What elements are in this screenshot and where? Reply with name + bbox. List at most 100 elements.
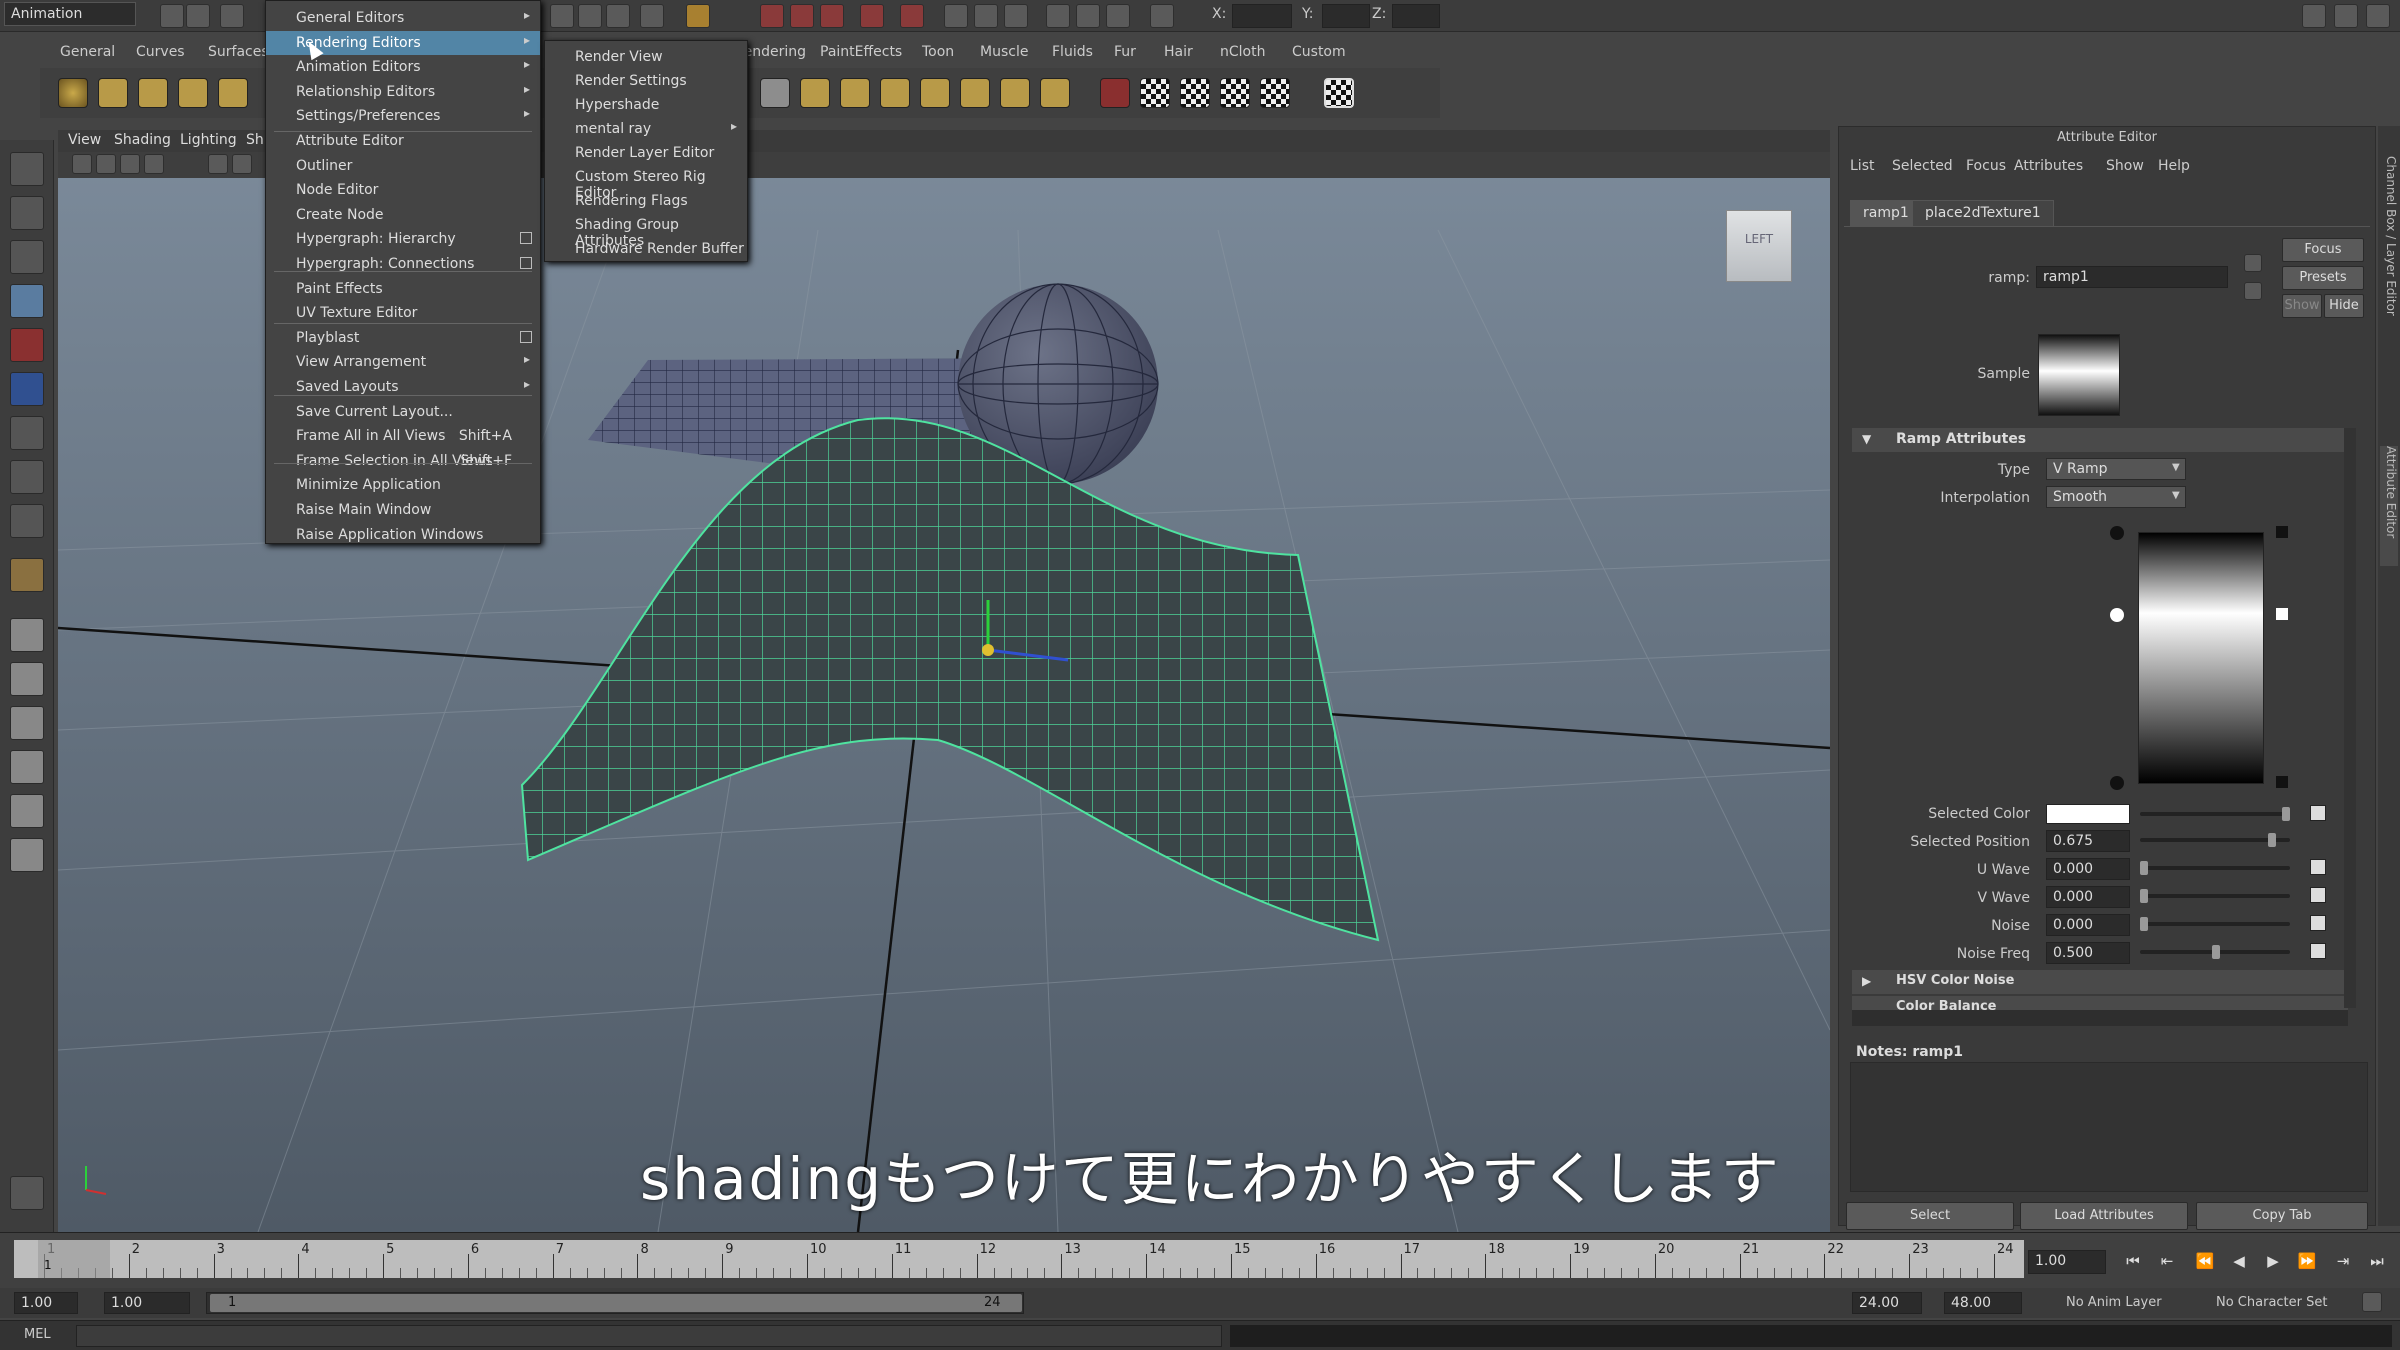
lock-icon[interactable] (686, 4, 710, 28)
y-field[interactable] (1322, 4, 1370, 28)
view-cube[interactable]: LEFT (1726, 210, 1792, 282)
anim-layer-label[interactable]: No Anim Layer (2066, 1295, 2162, 1310)
rendering-menu-item-hardware-render-buffer[interactable]: Hardware Render Buffer (545, 237, 747, 261)
noise-freq-slider[interactable] (2140, 945, 2290, 959)
window-menu-item-attribute-editor[interactable]: Attribute Editor (266, 129, 540, 153)
notes-textarea[interactable] (1850, 1062, 2368, 1192)
layout-single-icon[interactable] (10, 618, 44, 652)
load-attributes-button[interactable]: Load Attributes (2020, 1202, 2188, 1230)
step-forward-frame-icon[interactable]: ⏩ (2294, 1252, 2320, 1278)
ae-tab-ramp1[interactable]: ramp1 (1850, 200, 1922, 226)
render-icon[interactable] (760, 4, 784, 28)
ae-tab-place2dtexture1[interactable]: place2dTexture1 (1912, 200, 2054, 226)
shelf-tab-hair[interactable]: Hair (1164, 44, 1193, 60)
ae-menu-show[interactable]: Show (2106, 158, 2144, 174)
playback-start-field[interactable]: 1.00 (104, 1292, 190, 1314)
editor-toggle-icon[interactable] (10, 1176, 44, 1210)
ramp-attributes-header[interactable]: Ramp Attributes (1852, 428, 2348, 452)
character-set-label[interactable]: No Character Set (2216, 1295, 2327, 1310)
nurbs-cone-icon[interactable] (178, 78, 208, 108)
map-button-icon[interactable] (2310, 805, 2326, 821)
map-button-icon[interactable] (2310, 859, 2326, 875)
image-plane-icon[interactable] (144, 154, 164, 174)
window-menu-item-save-current-layout[interactable]: Save Current Layout... (266, 400, 540, 424)
ramp-delete-top[interactable] (2276, 526, 2288, 538)
ramp-gradient[interactable] (2138, 532, 2264, 784)
mel-label[interactable]: MEL (24, 1327, 51, 1342)
shelf-tab-rendering[interactable]: Rendering (740, 44, 806, 60)
window-menu-item-playblast[interactable]: Playblast (266, 326, 540, 350)
rendering-menu-item-rendering-flags[interactable]: Rendering Flags (545, 189, 747, 213)
scale-tool-icon[interactable] (10, 372, 44, 406)
window-menu-item-animation-editors[interactable]: Animation Editors ▸ (266, 55, 540, 79)
selected-color-slider[interactable] (2140, 807, 2290, 821)
shelf-tab-custom[interactable]: Custom (1292, 44, 1346, 60)
shelf-tab-general[interactable]: General (60, 44, 115, 60)
ae-menu-selected[interactable]: Selected (1892, 158, 1953, 174)
ramp-handle-top[interactable] (2110, 526, 2124, 540)
start-time-field[interactable]: 1.00 (14, 1292, 78, 1314)
ae-menu-help[interactable]: Help (2158, 158, 2190, 174)
camera-icon[interactable] (72, 154, 92, 174)
shelf-tool-1-icon[interactable] (760, 78, 790, 108)
hypershade-icon[interactable] (860, 4, 884, 28)
time-ruler[interactable]: 123456789101112131415161718192021222324 (14, 1240, 2024, 1278)
lasso-tool-icon[interactable] (10, 196, 44, 230)
shelf-tool-8-icon[interactable] (1040, 78, 1070, 108)
hsv-color-noise-header[interactable]: HSV Color Noise (1852, 970, 2348, 994)
viewport-menu-lighting[interactable]: Lighting (180, 132, 237, 148)
x-field[interactable] (1232, 4, 1292, 28)
map-button-icon[interactable] (2310, 915, 2326, 931)
channel-box-side-tab[interactable]: Channel Box / Layer Editor (2380, 156, 2398, 436)
bookmark-icon[interactable] (120, 154, 140, 174)
shelf-tool-5-icon[interactable] (920, 78, 950, 108)
save-scene-icon[interactable] (220, 4, 244, 28)
shelf-tab-fluids[interactable]: Fluids (1052, 44, 1093, 60)
shelf-tab-muscle[interactable]: Muscle (980, 44, 1028, 60)
noise-field[interactable]: 0.000 (2046, 914, 2130, 936)
current-frame-field[interactable]: 1.00 (2028, 1250, 2106, 1274)
presets-button[interactable]: Presets (2282, 266, 2364, 290)
shelf-tab-fur[interactable]: Fur (1114, 44, 1136, 60)
attribute-editor-toggle-icon[interactable] (2302, 4, 2326, 28)
new-scene-icon[interactable] (160, 4, 184, 28)
shelf-tab-surfaces[interactable]: Surfaces (208, 44, 269, 60)
window-menu-item-raise-application-windows[interactable]: Raise Application Windows (266, 523, 540, 547)
selected-color-swatch[interactable] (2046, 804, 2130, 824)
transform-icon[interactable] (1004, 4, 1028, 28)
window-menu-item-hypergraph-connections[interactable]: Hypergraph: Connections (266, 252, 540, 276)
channel-box-toggle-icon[interactable] (2334, 4, 2358, 28)
rendering-menu-item-mental-ray[interactable]: mental ray ▸ (545, 117, 747, 141)
node-name-field[interactable]: ramp1 (2036, 266, 2228, 288)
window-menu-item-general-editors[interactable]: General Editors ▸ (266, 6, 540, 30)
u-wave-slider[interactable] (2140, 861, 2290, 875)
nurbs-cylinder-icon[interactable] (138, 78, 168, 108)
rendering-menu-item-custom-stereo-rig-editor[interactable]: Custom Stereo Rig Editor (545, 165, 747, 201)
map-button-icon[interactable] (2310, 943, 2326, 959)
step-forward-key-icon[interactable]: ⇥ (2330, 1252, 2356, 1278)
help-icon[interactable] (640, 4, 664, 28)
noise-freq-field[interactable]: 0.500 (2046, 942, 2130, 964)
play-forward-icon[interactable]: ▶ (2260, 1252, 2286, 1278)
interpolation-dropdown[interactable]: Smooth (2046, 486, 2186, 508)
input-connections-icon[interactable] (2244, 254, 2262, 272)
end-time-field[interactable]: 48.00 (1944, 1292, 2022, 1314)
step-back-key-icon[interactable]: ⇤ (2154, 1252, 2180, 1278)
window-menu-item-outliner[interactable]: Outliner (266, 154, 540, 178)
rename-icon[interactable] (974, 4, 998, 28)
input-line-icon[interactable] (944, 4, 968, 28)
window-menu-item-hypergraph-hierarchy[interactable]: Hypergraph: Hierarchy (266, 227, 540, 251)
ramp-handle-selected[interactable] (2110, 608, 2124, 622)
window-menu-item-uv-texture-editor[interactable]: UV Texture Editor (266, 301, 540, 325)
shelf-tool-7-icon[interactable] (1000, 78, 1030, 108)
rendering-menu-item-shading-group-attributes[interactable]: Shading Group Attributes (545, 213, 747, 249)
viewport-menu-show[interactable]: Sh (246, 132, 264, 148)
layout-persp-graph-icon[interactable] (10, 794, 44, 828)
checker-4-icon[interactable] (1260, 78, 1290, 108)
key-icon[interactable] (2362, 1292, 2382, 1312)
ramp-handle-bottom[interactable] (2110, 776, 2124, 790)
universal-manip-icon[interactable] (10, 416, 44, 450)
u-wave-field[interactable]: 0.000 (2046, 858, 2130, 880)
window-menu-item-node-editor[interactable]: Node Editor (266, 178, 540, 202)
select-tool-icon[interactable] (10, 152, 44, 186)
